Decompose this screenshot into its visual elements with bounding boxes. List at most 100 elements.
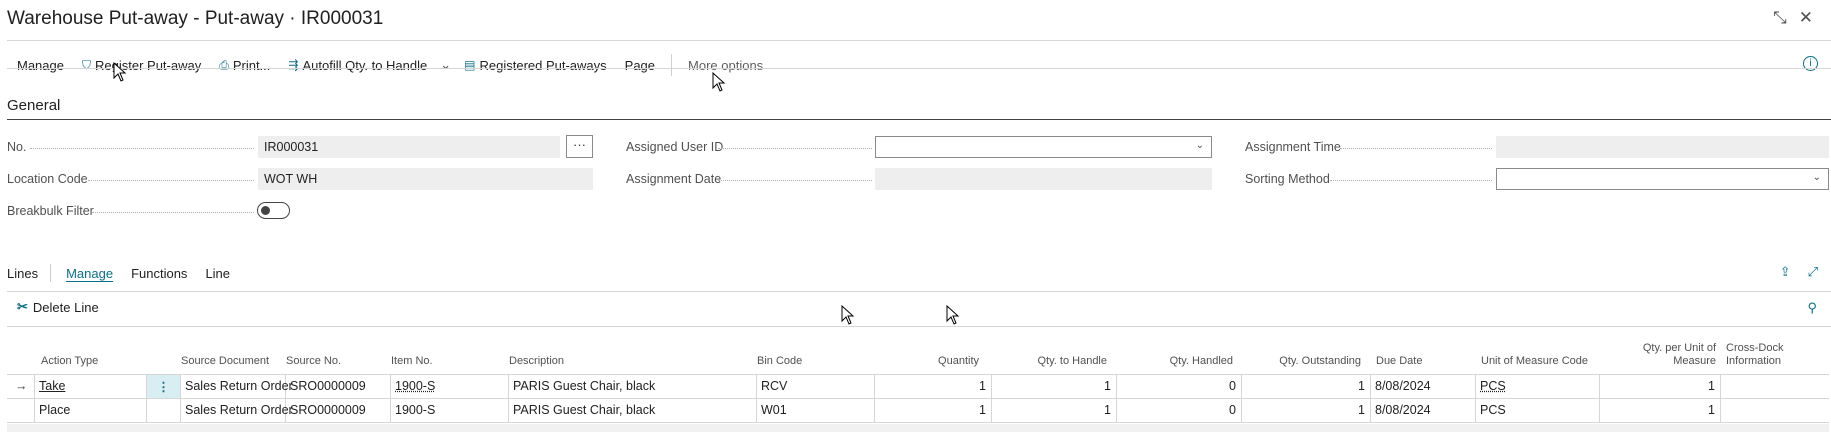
action-separator xyxy=(7,68,1831,69)
breakbulk-toggle[interactable] xyxy=(257,202,290,219)
due-date-cell[interactable]: 8/08/2024 xyxy=(1371,375,1476,398)
assignment-date-field[interactable] xyxy=(875,168,1212,190)
collapse-icon[interactable]: ⤡ xyxy=(1773,8,1787,28)
breakbulk-label: Breakbulk Filter xyxy=(7,204,94,218)
general-section-title[interactable]: General xyxy=(7,97,60,114)
source-document-cell[interactable]: Sales Return Order xyxy=(181,399,293,422)
breakbulk-leader xyxy=(92,212,254,213)
assignment-time-field[interactable] xyxy=(1496,136,1829,158)
location-label: Location Code xyxy=(7,172,88,186)
action-divider xyxy=(671,54,673,76)
page-label: Page xyxy=(624,57,656,73)
lines-title[interactable]: Lines xyxy=(7,266,38,281)
uom-code-cell[interactable]: PCS xyxy=(1476,399,1600,422)
bin-code-cell[interactable]: W01 xyxy=(757,399,875,422)
source-no-cell[interactable]: SRO0000009 xyxy=(286,375,391,398)
table-row[interactable]: Place Sales Return Order SRO0000009 1900… xyxy=(7,399,1829,423)
sorting-method-label: Sorting Method xyxy=(1245,172,1330,186)
col-qty-handled[interactable]: Qty. Handled xyxy=(1117,355,1233,368)
pin-icon[interactable]: ⚲ xyxy=(1807,300,1817,316)
no-field[interactable]: IR000031 xyxy=(258,136,560,158)
col-cross-dock[interactable]: Cross-Dock Information xyxy=(1726,342,1783,368)
col-uom-code[interactable]: Unit of Measure Code xyxy=(1481,355,1588,368)
table-row[interactable]: → Take ⋮ Sales Return Order SRO0000009 1… xyxy=(7,375,1829,399)
print-button[interactable]: ⎙ Print... xyxy=(210,52,279,78)
col-due-date[interactable]: Due Date xyxy=(1376,355,1422,368)
tab-line[interactable]: Line xyxy=(205,266,230,281)
qty-per-uom-cell[interactable]: 1 xyxy=(1600,399,1721,422)
more-options-label: More options xyxy=(688,57,764,73)
no-lookup-button[interactable]: ··· xyxy=(566,135,593,158)
col-action-type[interactable]: Action Type xyxy=(41,355,98,368)
quantity-cell[interactable]: 1 xyxy=(875,399,992,422)
tab-manage[interactable]: Manage xyxy=(66,266,113,281)
qty-per-uom-cell[interactable]: 1 xyxy=(1600,375,1721,398)
chevron-down-icon: ⌄ xyxy=(1812,172,1821,183)
general-underline xyxy=(7,119,1831,120)
mouse-pointer-icon xyxy=(712,72,726,92)
col-bin-code[interactable]: Bin Code xyxy=(757,355,802,368)
row-menu-button[interactable]: ⋮ xyxy=(147,375,181,398)
description-cell[interactable]: PARIS Guest Chair, black xyxy=(509,375,757,398)
page-menu-button[interactable]: Page xyxy=(616,52,664,78)
delete-line-button[interactable]: ✂ Delete Line xyxy=(17,299,99,315)
lines-divider xyxy=(50,264,52,282)
delete-line-icon: ✂ xyxy=(17,299,28,314)
mouse-pointer-icon xyxy=(946,305,960,325)
quantity-cell[interactable]: 1 xyxy=(875,375,992,398)
autofill-button[interactable]: ⇶ Autofill Qty. to Handle xyxy=(279,52,436,78)
qty-to-handle-cell[interactable]: 1 xyxy=(992,375,1117,398)
col-qty-per-uom[interactable]: Qty. per Unit of Measure xyxy=(1607,342,1716,368)
tab-functions[interactable]: Functions xyxy=(131,266,187,281)
register-putaway-label: Register Put-away xyxy=(95,57,202,73)
action-type-cell[interactable]: Place xyxy=(35,399,147,422)
manage-button[interactable]: Manage xyxy=(7,52,73,78)
qty-handled-cell[interactable]: 0 xyxy=(1117,375,1242,398)
action-type-cell[interactable]: Take xyxy=(35,375,147,398)
col-qty-outstanding[interactable]: Qty. Outstanding xyxy=(1242,355,1361,368)
description-cell[interactable]: PARIS Guest Chair, black xyxy=(509,399,757,422)
assigned-user-select[interactable]: ⌄ xyxy=(875,136,1212,158)
autofill-dropdown-button[interactable]: ⌄ xyxy=(436,52,455,78)
mouse-pointer-icon xyxy=(841,305,855,325)
close-icon[interactable]: ✕ xyxy=(1799,8,1813,28)
uom-code-cell[interactable]: PCS xyxy=(1476,375,1600,398)
sorting-method-select[interactable]: ⌄ xyxy=(1496,168,1829,190)
due-date-cell[interactable]: 8/08/2024 xyxy=(1371,399,1476,422)
assigned-user-label: Assigned User ID xyxy=(626,140,724,154)
item-no-cell[interactable]: 1900-S xyxy=(391,399,509,422)
assignment-date-leader xyxy=(718,180,872,181)
grid-top-separator xyxy=(7,326,1831,327)
cross-dock-cell[interactable] xyxy=(1721,375,1829,398)
register-putaway-button[interactable]: ⛉ Register Put-away xyxy=(73,52,210,78)
qty-handled-cell[interactable]: 0 xyxy=(1117,399,1242,422)
col-cross-dock-line1: Cross-Dock xyxy=(1726,342,1784,354)
qty-outstanding-cell[interactable]: 1 xyxy=(1242,375,1371,398)
col-source-no[interactable]: Source No. xyxy=(286,355,341,368)
expand-icon[interactable]: ⤢ xyxy=(1808,264,1818,280)
lines-header: Lines Manage Functions Line xyxy=(7,263,248,283)
cross-dock-cell[interactable] xyxy=(1721,399,1829,422)
printer-icon: ⎙ xyxy=(219,57,229,72)
registered-putaways-button[interactable]: ▤ Registered Put-aways xyxy=(455,52,616,78)
lines-tools: ⇪ ⤢ xyxy=(1780,264,1818,280)
item-no-value: 1900-S xyxy=(395,379,436,393)
row-menu-cell[interactable] xyxy=(147,399,181,422)
qty-to-handle-cell[interactable]: 1 xyxy=(992,399,1117,422)
col-description[interactable]: Description xyxy=(509,355,564,368)
bin-code-cell[interactable]: RCV xyxy=(757,375,875,398)
assignment-time-label: Assignment Time xyxy=(1245,140,1341,154)
col-cross-dock-line2: Information xyxy=(1726,355,1782,367)
share-icon[interactable]: ⇪ xyxy=(1780,264,1791,280)
qty-outstanding-cell[interactable]: 1 xyxy=(1242,399,1371,422)
col-item-no[interactable]: Item No. xyxy=(391,355,433,368)
lines-separator xyxy=(7,291,1831,292)
source-no-cell[interactable]: SRO0000009 xyxy=(286,399,391,422)
source-document-cell[interactable]: Sales Return Order xyxy=(181,375,293,398)
register-icon: ⛉ xyxy=(81,57,91,72)
col-source-document[interactable]: Source Document xyxy=(181,355,269,368)
location-field[interactable]: WOT WH xyxy=(258,168,593,190)
col-qty-to-handle[interactable]: Qty. to Handle xyxy=(992,355,1108,368)
item-no-cell[interactable]: 1900-S xyxy=(391,375,509,398)
col-quantity[interactable]: Quantity xyxy=(867,355,979,368)
